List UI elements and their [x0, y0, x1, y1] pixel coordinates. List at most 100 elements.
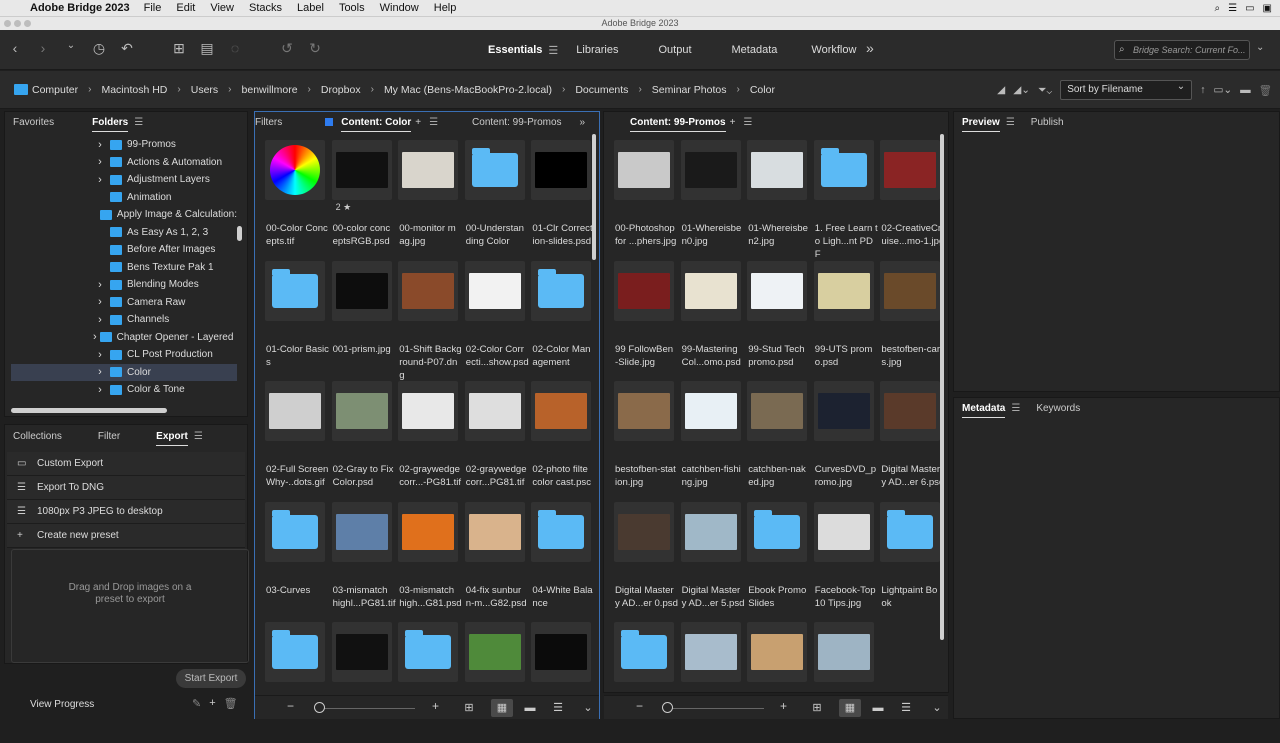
- thumbnail-frame[interactable]: [680, 140, 741, 200]
- zoom-in-icon[interactable]: +: [432, 699, 439, 713]
- grid-lock-icon[interactable]: ⊞: [458, 699, 480, 717]
- folder-tree-item[interactable]: › Actions & Automation: [11, 154, 237, 172]
- workspace-workflow[interactable]: Workflow: [799, 44, 868, 56]
- close-dot[interactable]: [4, 20, 11, 27]
- refine-icon[interactable]: ▤: [198, 40, 216, 57]
- menu-icon[interactable]: ☰: [429, 117, 438, 128]
- start-export-button[interactable]: Start Export: [176, 669, 246, 688]
- thumbnail-frame[interactable]: [331, 381, 392, 441]
- search-input[interactable]: ⌕ Bridge Search: Current Fo...: [1114, 40, 1250, 60]
- thumbnail-frame[interactable]: [464, 622, 525, 682]
- rotate-left-icon[interactable]: ↺: [278, 40, 296, 57]
- folder-tree-item[interactable]: Bens Texture Pak 1: [11, 259, 237, 277]
- menu-window[interactable]: Window: [380, 2, 419, 14]
- workspace-libraries[interactable]: Libraries: [564, 44, 630, 56]
- preset-1080px[interactable]: ☰ 1080px P3 JPEG to desktop: [7, 500, 245, 524]
- vertical-scrollbar[interactable]: [592, 134, 596, 260]
- thumbnail-frame[interactable]: [398, 501, 459, 562]
- camera-download-icon[interactable]: ⊞: [170, 40, 188, 57]
- tab-keywords[interactable]: Keywords: [1036, 403, 1080, 414]
- vertical-scrollbar[interactable]: [940, 134, 944, 640]
- folder-tree-item[interactable]: Before After Images: [11, 241, 237, 259]
- tab-content-99-promos[interactable]: Content: 99-Promos: [630, 117, 726, 132]
- recent-icon[interactable]: ◷: [90, 40, 108, 57]
- search-icon[interactable]: ⌕: [1215, 3, 1221, 14]
- thumbnail-frame[interactable]: [813, 622, 874, 682]
- folder-tree-item[interactable]: › Color: [11, 363, 237, 381]
- thumbnail-frame[interactable]: [680, 501, 741, 562]
- export-dropzone[interactable]: Drag and Drop images on a preset to expo…: [11, 549, 249, 663]
- thumbnail-frame[interactable]: [614, 140, 674, 200]
- zoom-out-icon[interactable]: −: [287, 699, 294, 713]
- view-thumbnails-icon[interactable]: ▦: [491, 699, 513, 717]
- thumbnail-frame[interactable]: [747, 381, 808, 441]
- sort-ascending-icon[interactable]: ↑: [1200, 84, 1205, 96]
- tab-content-99-promos[interactable]: Content: 99-Promos: [472, 117, 562, 128]
- thumbnail-frame[interactable]: [331, 140, 392, 200]
- zoom-out-icon[interactable]: −: [636, 699, 643, 713]
- thumbnail-item[interactable]: Lightpaint Bo ok: [878, 501, 945, 623]
- thumbnail-frame[interactable]: [747, 501, 808, 562]
- add-tab-icon[interactable]: +: [415, 117, 421, 128]
- trash-icon[interactable]: 🗑: [224, 697, 238, 710]
- folder-tree-item[interactable]: › Color & Tone: [11, 381, 237, 399]
- thumbnail-frame[interactable]: [747, 260, 808, 321]
- thumbnail-frame[interactable]: [398, 622, 459, 682]
- thumbnail-item[interactable]: [330, 622, 397, 743]
- thumbnail-frame[interactable]: [531, 501, 592, 562]
- thumbnail-item[interactable]: 03-mismatch highl...PG81.tif: [330, 501, 397, 623]
- menu-stacks[interactable]: Stacks: [249, 2, 282, 14]
- filter-icon[interactable]: ⏷⌄: [1038, 84, 1052, 97]
- horizontal-scrollbar[interactable]: [11, 408, 167, 413]
- thumbnail-frame[interactable]: [464, 381, 525, 441]
- tab-preview[interactable]: Preview: [962, 117, 1000, 132]
- menu-icon[interactable]: ☰: [548, 44, 558, 57]
- thumbnail-item[interactable]: [396, 622, 463, 743]
- chevron-right-icon[interactable]: ›: [93, 279, 107, 291]
- thumbnail-frame[interactable]: [813, 260, 874, 321]
- crumb-macintosh-hd[interactable]: Macintosh HD: [101, 84, 167, 96]
- menu-edit[interactable]: Edit: [176, 2, 195, 14]
- create-new-preset[interactable]: + Create new preset: [7, 524, 245, 548]
- thumbnail-item[interactable]: 01-Shift Backg round-P07.dng: [396, 260, 463, 382]
- thumbnail-item[interactable]: 00-Photoshop for ...phers.jpg: [612, 140, 679, 261]
- thumbnail-item[interactable]: bestofben-car s.jpg: [878, 260, 945, 382]
- thumbnail-item[interactable]: 02-graywedge corr...PG81.tif: [463, 381, 530, 502]
- thumbnail-item[interactable]: [679, 622, 746, 743]
- view-progress-label[interactable]: View Progress: [30, 699, 94, 710]
- thumbnail-size-slider-knob[interactable]: [662, 702, 673, 713]
- thumbnail-item[interactable]: 03-mismatch high...G81.psd: [396, 501, 463, 623]
- thumbnail-item[interactable]: Digital Master y AD...er 6.psd: [878, 381, 945, 502]
- thumbnail-item[interactable]: 02-CreativeCr uise...mo-1.jpg: [878, 140, 945, 261]
- thumbnail-frame[interactable]: [614, 260, 674, 321]
- thumbnail-frame[interactable]: [464, 260, 525, 321]
- view-list-icon[interactable]: ☰: [547, 699, 569, 717]
- folder-tree-item[interactable]: › Blending Modes: [11, 276, 237, 294]
- thumbnail-item[interactable]: 01-Clr Correct ion-slides.psd: [529, 140, 596, 261]
- thumbnail-item[interactable]: Digital Master y AD...er 5.psd: [679, 501, 746, 623]
- rating-stars[interactable]: 2 ★: [336, 202, 352, 213]
- thumbnail-item[interactable]: 03-Curves: [263, 501, 330, 623]
- thumbnail-item[interactable]: CurvesDVD_p romo.jpg: [812, 381, 879, 502]
- menu-icon[interactable]: ☰: [1006, 117, 1015, 128]
- thumbnail-item[interactable]: 2 ★ 00-color conc eptsRGB.psd: [330, 140, 397, 261]
- thumbnail-item[interactable]: 00-monitor m ag.jpg: [396, 140, 463, 261]
- thumbnail-size-slider-knob[interactable]: [314, 702, 325, 713]
- thumbnail-item[interactable]: 01-Color Basic s: [263, 260, 330, 382]
- thumbnail-size-slider-track[interactable]: [664, 708, 764, 709]
- workspace-essentials[interactable]: Essentials: [476, 44, 554, 56]
- thumbnail-item[interactable]: [612, 622, 679, 743]
- rotate-right-icon[interactable]: ↻: [306, 40, 324, 57]
- forward-icon[interactable]: ›: [34, 40, 52, 57]
- chevron-right-icon[interactable]: ›: [93, 296, 107, 308]
- thumbnail-size-slider-track[interactable]: [315, 708, 415, 709]
- thumbnail-frame[interactable]: [747, 622, 808, 682]
- thumbnail-frame[interactable]: [747, 140, 808, 200]
- thumbnail-frame[interactable]: [531, 622, 592, 682]
- thumbnail-item[interactable]: 02-graywedge corr...-PG81.tif: [396, 381, 463, 502]
- folder-tree-item[interactable]: › Adjustment Layers: [11, 171, 237, 189]
- control-center-icon[interactable]: ☰: [1228, 3, 1237, 14]
- chevron-right-icon[interactable]: ›: [93, 139, 107, 151]
- workspace-output[interactable]: Output: [646, 44, 703, 56]
- chevron-right-icon[interactable]: ›: [737, 84, 740, 95]
